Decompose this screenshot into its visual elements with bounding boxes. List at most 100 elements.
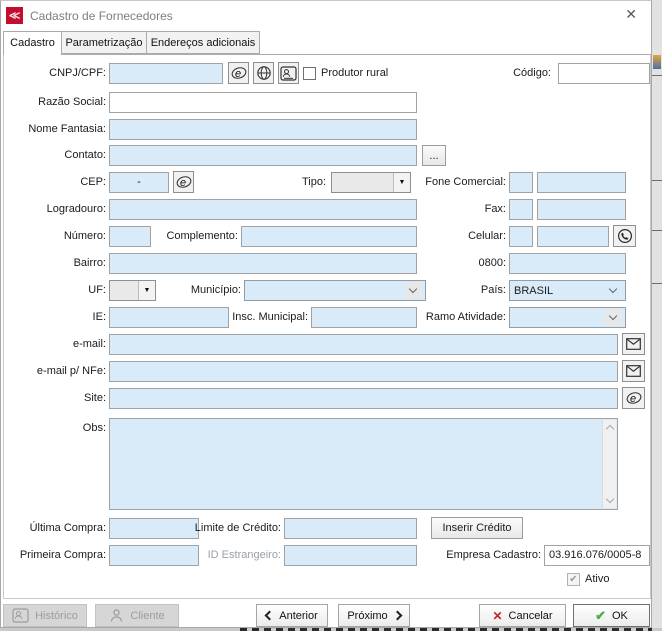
bairro-input[interactable] [109, 253, 417, 274]
ie-globe-icon: e [626, 390, 642, 406]
bairro-label: Bairro: [1, 253, 106, 274]
codigo-label: Código: [451, 63, 551, 84]
site-input[interactable] [109, 388, 618, 409]
svg-text:e: e [630, 393, 636, 405]
send-email-nfe-button[interactable] [622, 360, 645, 382]
celular-ddd-input[interactable] [509, 226, 533, 247]
tab-parametrizacao[interactable]: Parametrização [61, 31, 147, 54]
cnpj-contact-card-button[interactable] [278, 62, 299, 84]
numero-label: Número: [1, 226, 106, 247]
ok-label: OK [612, 610, 628, 622]
historico-label: Histórico [35, 610, 78, 622]
person-card-icon [280, 66, 297, 81]
ok-button[interactable]: ✔ OK [573, 604, 650, 627]
email-label: e-mail: [1, 334, 106, 355]
cancel-x-icon: ✕ [492, 609, 502, 623]
complemento-label: Complemento: [151, 226, 238, 247]
razao-social-input[interactable] [109, 92, 417, 113]
id-estrangeiro-input[interactable] [284, 545, 417, 566]
email-nfe-input[interactable] [109, 361, 618, 382]
cliente-button[interactable]: Cliente [95, 604, 179, 627]
chevron-down-icon[interactable] [605, 282, 621, 299]
svg-text:e: e [235, 68, 241, 80]
envelope-icon [626, 338, 641, 350]
fax-ddd-input[interactable] [509, 199, 533, 220]
empresa-cadastro-input[interactable]: 03.916.076/0005-8 [544, 545, 650, 566]
cancelar-button[interactable]: ✕ Cancelar [479, 604, 566, 627]
produtor-rural-label: Produtor rural [321, 63, 388, 84]
celular-label: Celular: [401, 226, 506, 247]
contato-browse-button[interactable]: ... [422, 145, 446, 166]
cnpj-input[interactable] [109, 63, 223, 84]
ramo-atividade-label: Ramo Atividade: [401, 307, 506, 328]
pais-label: País: [401, 280, 506, 301]
logradouro-label: Logradouro: [1, 199, 106, 220]
inserir-credito-button[interactable]: Inserir Crédito [431, 517, 523, 539]
fone-comercial-label: Fone Comercial: [401, 172, 506, 193]
window-title: Cadastro de Fornecedores [30, 9, 173, 23]
fone-comercial-input[interactable] [537, 172, 626, 193]
envelope-icon [626, 365, 641, 377]
logradouro-input[interactable] [109, 199, 417, 220]
cliente-label: Cliente [130, 610, 164, 622]
close-icon[interactable]: ✕ [625, 6, 637, 23]
cnpj-label: CNPJ/CPF: [1, 63, 106, 84]
title-bar: ≪ Cadastro de Fornecedores ✕ [1, 1, 651, 30]
cep-input[interactable]: - [109, 172, 169, 193]
fax-input[interactable] [537, 199, 626, 220]
tipo-value [332, 173, 338, 192]
ie-globe-icon: e [231, 65, 247, 81]
nome-fantasia-input[interactable] [109, 119, 417, 140]
tel0800-input[interactable] [509, 253, 626, 274]
tab-cadastro[interactable]: Cadastro [3, 31, 62, 55]
numero-input[interactable] [109, 226, 151, 247]
whatsapp-icon [617, 228, 633, 244]
site-label: Site: [1, 388, 106, 409]
empresa-cadastro-label: Empresa Cadastro: [421, 545, 541, 566]
scroll-up-icon[interactable] [606, 425, 614, 433]
ie-globe-icon: e [176, 174, 192, 190]
person-card-icon [12, 608, 29, 623]
anterior-button[interactable]: Anterior [256, 604, 328, 627]
contato-input[interactable] [109, 145, 417, 166]
uf-select[interactable]: ▼ [109, 280, 156, 301]
razao-social-label: Razão Social: [1, 92, 106, 113]
cancelar-label: Cancelar [509, 610, 553, 622]
proximo-label: Próximo [347, 610, 387, 622]
email-nfe-label: e-mail p/ NFe: [1, 361, 106, 382]
obs-scrollbar[interactable] [602, 420, 616, 508]
codigo-input[interactable] [558, 63, 650, 84]
send-email-button[interactable] [622, 333, 645, 355]
tab-enderecos-adicionais[interactable]: Endereços adicionais [146, 31, 260, 54]
ativo-checkbox[interactable]: ✔ [567, 573, 580, 586]
historico-button[interactable]: Histórico [3, 604, 87, 627]
email-input[interactable] [109, 334, 618, 355]
dropdown-arrow-icon[interactable]: ▼ [138, 281, 155, 300]
pais-select[interactable]: BRASIL [509, 280, 626, 301]
proximo-button[interactable]: Próximo [338, 604, 410, 627]
svg-text:e: e [180, 177, 186, 189]
limite-credito-input[interactable] [284, 518, 417, 539]
produtor-rural-checkbox[interactable] [303, 67, 316, 80]
municipio-select[interactable] [244, 280, 426, 301]
anterior-label: Anterior [279, 610, 318, 622]
cep-web-lookup-button[interactable]: e [173, 171, 194, 193]
celular-input[interactable] [537, 226, 609, 247]
obs-label: Obs: [1, 418, 106, 439]
chevron-down-icon[interactable] [605, 309, 621, 326]
scroll-down-icon[interactable] [606, 495, 614, 503]
whatsapp-button[interactable] [613, 225, 636, 247]
insc-municipal-label: Insc. Municipal: [231, 307, 308, 328]
tipo-select[interactable]: ▼ [331, 172, 411, 193]
person-icon [109, 608, 124, 623]
cnpj-web-lookup-button[interactable]: e [228, 62, 249, 84]
chevron-left-icon [265, 611, 275, 621]
ie-label: IE: [1, 307, 106, 328]
obs-textarea[interactable] [109, 418, 618, 510]
complemento-input[interactable] [241, 226, 417, 247]
cnpj-sintegra-button[interactable] [253, 62, 274, 84]
ie-input[interactable] [109, 307, 229, 328]
open-site-button[interactable]: e [622, 387, 645, 409]
fone-comercial-ddd-input[interactable] [509, 172, 533, 193]
ramo-atividade-select[interactable] [509, 307, 626, 328]
